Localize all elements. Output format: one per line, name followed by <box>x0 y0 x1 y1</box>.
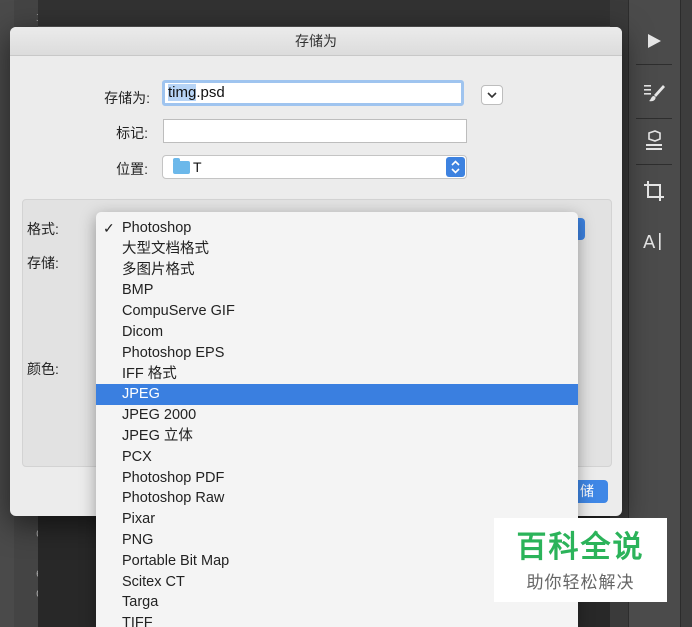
3d-icon[interactable] <box>628 118 680 164</box>
filename-selected-text: timg <box>168 84 197 101</box>
menu-item-iff[interactable]: IFF 格式 <box>96 364 578 385</box>
watermark-brand: 百科全说 <box>516 531 645 564</box>
type-icon[interactable]: A <box>628 218 680 264</box>
watermark-slogan: 助你轻松解决 <box>526 573 635 592</box>
save-options-label: 存储: <box>27 255 59 271</box>
up-down-chevron-icon <box>451 160 460 174</box>
color-label: 颜色: <box>27 361 59 377</box>
play-icon[interactable] <box>628 18 680 64</box>
brush-settings-icon[interactable] <box>628 70 680 116</box>
canvas-top-strip <box>38 0 610 27</box>
menu-item-raw[interactable]: Photoshop Raw <box>96 488 578 509</box>
menu-item-jpeg[interactable]: JPEG <box>96 384 578 406</box>
menu-item-pcx[interactable]: PCX <box>96 447 578 468</box>
menu-item-gif[interactable]: CompuServe GIF <box>96 301 578 322</box>
menu-item-tiff[interactable]: TIFF <box>96 613 578 627</box>
location-select[interactable]: T <box>162 155 467 179</box>
expand-dialog-button[interactable] <box>481 85 503 105</box>
watermark-logo: 百科全说 助你轻松解决 <box>494 518 667 602</box>
menu-item-jpeg-stereo[interactable]: JPEG 立体 <box>96 426 578 447</box>
filename-extension: .psd <box>196 84 225 101</box>
menu-item-eps[interactable]: Photoshop EPS <box>96 343 578 364</box>
menu-item-large-document[interactable]: 大型文档格式 <box>96 239 578 260</box>
location-value: T <box>193 159 202 175</box>
menu-item-bmp[interactable]: BMP <box>96 280 578 301</box>
save-as-label: 存储为: <box>104 90 150 106</box>
toolbar-divider <box>636 64 672 65</box>
location-stepper[interactable] <box>446 157 465 177</box>
crop-icon[interactable] <box>628 168 680 214</box>
dialog-title: 存储为 <box>10 27 622 56</box>
toolbar-divider <box>636 164 672 165</box>
tags-input[interactable] <box>163 119 467 143</box>
menu-item-jpeg2000[interactable]: JPEG 2000 <box>96 405 578 426</box>
menu-item-dicom[interactable]: Dicom <box>96 322 578 343</box>
folder-icon <box>173 158 190 174</box>
menu-item-pdf[interactable]: Photoshop PDF <box>96 468 578 489</box>
filename-input[interactable]: timg.psd <box>162 80 464 106</box>
format-label: 格式: <box>27 221 59 237</box>
tags-label: 标记: <box>116 125 148 141</box>
menu-item-multi-picture[interactable]: 多图片格式 <box>96 260 578 281</box>
panel-edge <box>680 0 692 627</box>
svg-text:A: A <box>643 232 656 252</box>
menu-item-photoshop[interactable]: Photoshop <box>96 218 578 239</box>
chevron-down-icon <box>487 92 497 98</box>
location-label: 位置: <box>116 161 148 177</box>
